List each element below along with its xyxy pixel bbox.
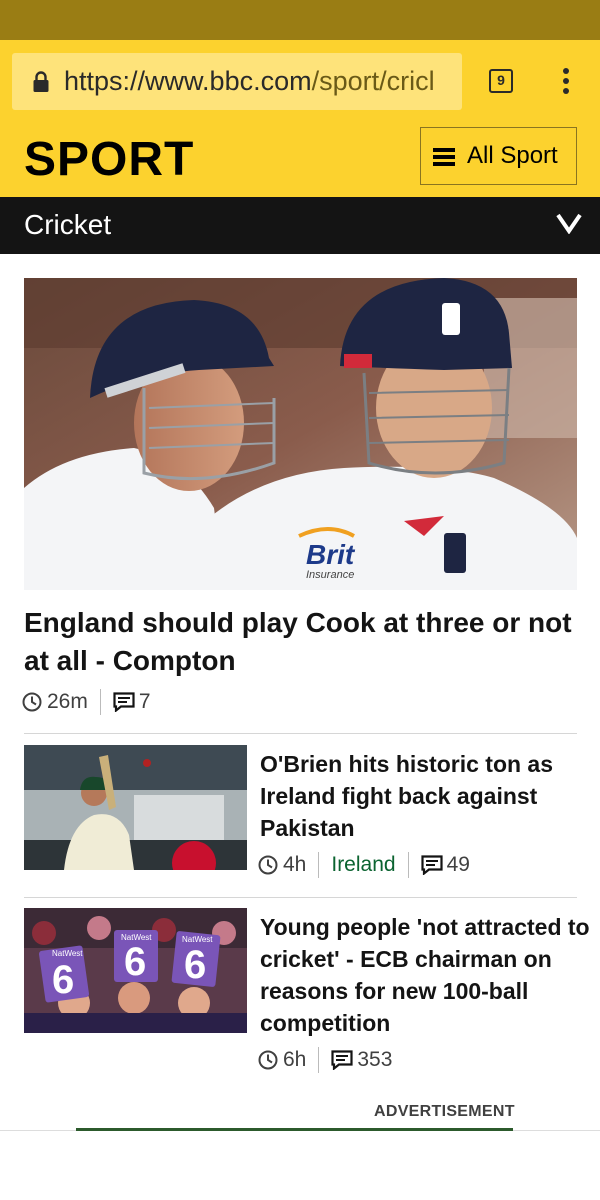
advertisement-banner[interactable] — [76, 1128, 513, 1131]
chevron-down-icon[interactable] — [556, 212, 582, 234]
hero-headline[interactable]: England should play Cook at three or not… — [24, 604, 576, 680]
meta-divider — [99, 689, 101, 715]
clock-icon — [22, 692, 42, 712]
url-host: https://www.bbc.com — [64, 66, 312, 96]
tab-count: 9 — [497, 72, 505, 88]
story-timestamp: 4h — [283, 853, 307, 876]
overflow-menu-icon[interactable] — [560, 68, 572, 96]
advertisement-label: ADVERTISEMENT — [374, 1103, 515, 1120]
url-text: https://www.bbc.com/sport/cricl — [64, 65, 456, 97]
clock-icon — [258, 1050, 278, 1070]
story-meta: 6h 353 — [258, 1047, 392, 1073]
meta-divider — [318, 1047, 320, 1073]
topic-link-ireland[interactable]: Ireland — [331, 852, 395, 878]
status-bar — [0, 0, 600, 40]
url-path: /sport/cricl — [311, 66, 435, 96]
card-brand: NatWest — [52, 949, 83, 958]
comments-icon[interactable] — [420, 855, 443, 875]
story-headline[interactable]: Young people 'not attracted to cricket' … — [260, 911, 590, 1039]
all-sport-button[interactable]: All Sport — [420, 127, 577, 185]
meta-divider — [407, 852, 409, 878]
story-comment-count[interactable]: 49 — [447, 852, 470, 878]
story-timestamp: 6h — [283, 1048, 307, 1071]
divider — [24, 733, 577, 734]
lock-icon — [33, 71, 49, 92]
section-title: Cricket — [24, 209, 112, 240]
hero-image[interactable]: Brit Insurance — [24, 278, 577, 590]
comments-icon[interactable] — [331, 1050, 353, 1070]
sponsor-logo-text: Brit — [306, 539, 356, 570]
comments-icon[interactable] — [113, 692, 135, 712]
card-number: 6 — [124, 940, 146, 984]
story-comment-count[interactable]: 353 — [357, 1047, 392, 1073]
card-brand: NatWest — [121, 933, 152, 942]
meta-divider — [318, 852, 320, 878]
card-number: 6 — [184, 943, 206, 987]
all-sport-label: All Sport — [467, 142, 558, 169]
hero-comment-count[interactable]: 7 — [139, 689, 151, 715]
sponsor-logo-subtext: Insurance — [306, 569, 354, 581]
divider — [24, 897, 577, 898]
section-bar[interactable]: Cricket — [0, 197, 600, 254]
hero-meta: 26m 7 — [22, 689, 151, 715]
sport-logo[interactable]: SPORT — [24, 132, 194, 188]
hero-timestamp: 26m — [47, 690, 88, 713]
sport-header: SPORT All Sport — [0, 124, 600, 197]
browser-toolbar: https://www.bbc.com/sport/cricl 9 — [0, 40, 600, 124]
story-meta: 4h Ireland 49 — [258, 852, 470, 878]
clock-icon — [258, 855, 278, 875]
story-headline[interactable]: O'Brien hits historic ton as Ireland fig… — [260, 748, 590, 844]
address-bar[interactable]: https://www.bbc.com/sport/cricl — [12, 53, 462, 110]
story-thumbnail[interactable] — [24, 745, 247, 870]
tab-switcher-button[interactable]: 9 — [489, 69, 513, 93]
story-thumbnail[interactable]: 6 6 6 NatWest NatWest NatWest — [24, 908, 247, 1033]
hamburger-icon — [433, 148, 455, 166]
card-number: 6 — [52, 958, 74, 1002]
card-brand: NatWest — [182, 935, 213, 944]
